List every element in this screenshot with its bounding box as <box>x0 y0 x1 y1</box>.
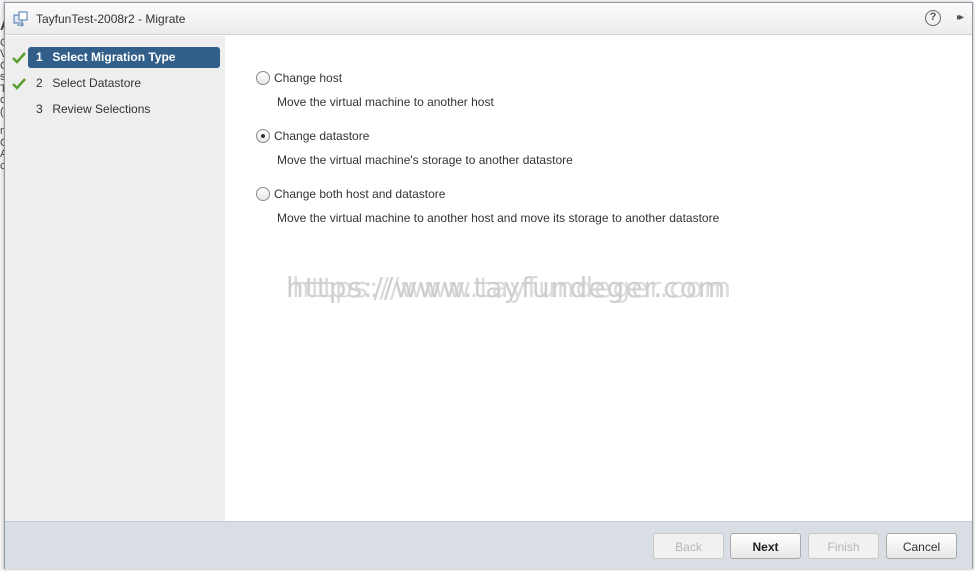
wizard-step-select-datastore[interactable]: 2 Select Datastore <box>28 73 220 94</box>
wizard-step-review-selections[interactable]: 3 Review Selections <box>28 99 220 120</box>
option-label[interactable]: Change host <box>274 71 342 85</box>
step-label: Select Migration Type <box>52 50 176 64</box>
dialog-titlebar: TayfunTest-2008r2 - Migrate ? ▸▸ <box>5 3 972 35</box>
option-description: Move the virtual machine to another host… <box>277 211 720 225</box>
option-label[interactable]: Change datastore <box>274 129 369 143</box>
step-number: 1 <box>36 50 43 64</box>
wizard-steps-sidebar: 1 Select Migration Type 2 Select Datasto… <box>5 36 225 521</box>
option-label[interactable]: Change both host and datastore <box>274 187 445 201</box>
wizard-step-select-migration-type[interactable]: 1 Select Migration Type <box>28 47 220 68</box>
next-button[interactable]: Next <box>730 533 801 559</box>
step-label: Select Datastore <box>52 76 142 90</box>
check-icon <box>12 52 26 64</box>
collapse-panel-icon[interactable]: ▸▸ <box>957 11 964 25</box>
check-icon <box>12 78 26 90</box>
help-icon[interactable]: ? <box>925 10 941 26</box>
vm-migrate-icon <box>13 11 28 27</box>
dialog-footer: Back Next Finish Cancel <box>5 521 972 569</box>
dialog-title: TayfunTest-2008r2 - Migrate <box>36 12 186 26</box>
step-label: Review Selections <box>52 102 151 116</box>
watermark-text: https://www.tayfundeger.com <box>286 271 727 304</box>
step-number: 3 <box>36 102 43 116</box>
migration-type-panel: Change host Move the virtual machine to … <box>226 36 972 521</box>
change-both-radio[interactable] <box>256 187 270 201</box>
change-host-radio[interactable] <box>256 71 270 85</box>
back-button[interactable]: Back <box>653 533 724 559</box>
option-description: Move the virtual machine's storage to an… <box>277 153 573 167</box>
change-datastore-radio[interactable] <box>256 129 270 143</box>
step-number: 2 <box>36 76 43 90</box>
migrate-dialog: TayfunTest-2008r2 - Migrate ? ▸▸ 1 Selec… <box>4 2 973 569</box>
cancel-button[interactable]: Cancel <box>886 533 957 559</box>
option-description: Move the virtual machine to another host <box>277 95 494 109</box>
finish-button[interactable]: Finish <box>808 533 879 559</box>
